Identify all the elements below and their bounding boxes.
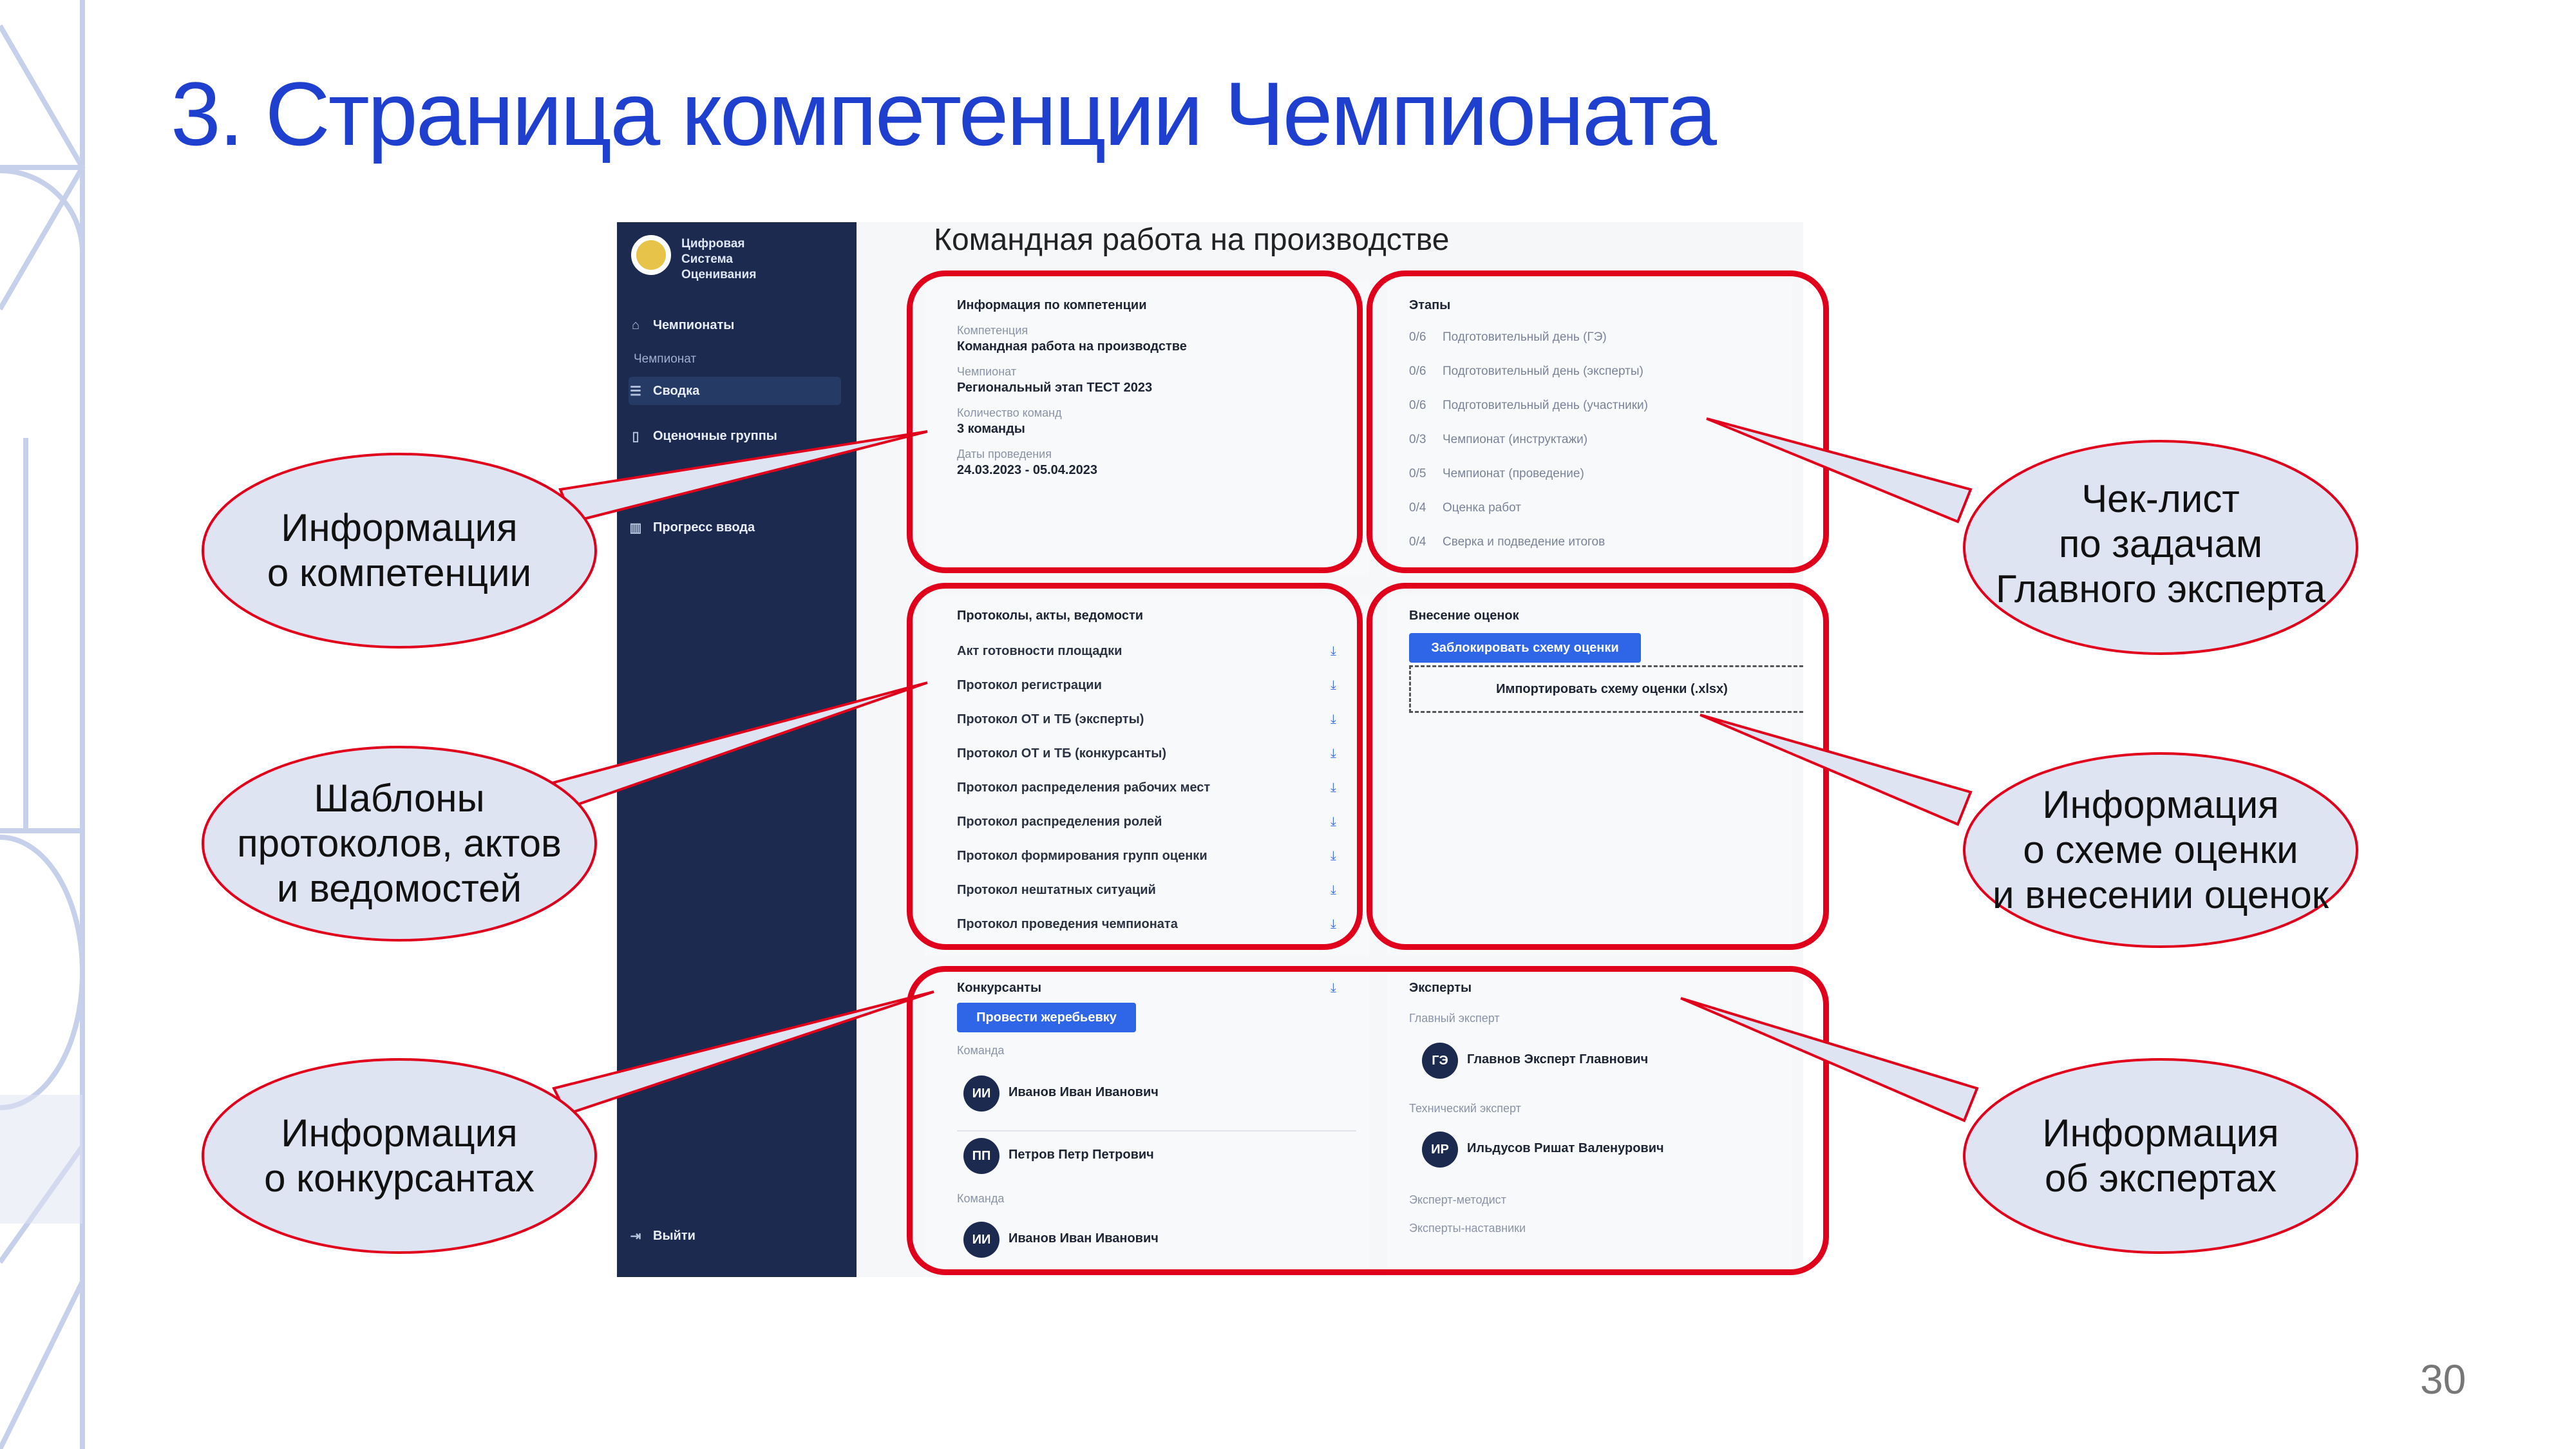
callout-templates-text: Шаблоны протоколов, актов и ведомостей xyxy=(237,777,562,910)
callout-pointer xyxy=(558,430,928,524)
callout-contestants-text: Информация о конкурсантах xyxy=(264,1112,535,1200)
callout-experts-text: Информация об экспертах xyxy=(2042,1112,2279,1200)
callout-pointer xyxy=(1706,417,1973,524)
callout-pointer xyxy=(1700,714,1973,826)
callout-checklist-text: Чек-лист по задачам Главного эксперта xyxy=(1995,477,2326,611)
callout-pointer xyxy=(552,681,928,810)
callout-pointer xyxy=(552,990,934,1116)
callout-pointer xyxy=(1680,997,1979,1122)
callout-competence-text: Информация о компетенции xyxy=(267,506,532,594)
callout-scoring-text: Информация о схеме оценки и внесении оце… xyxy=(1993,783,2329,916)
callout-layer xyxy=(202,417,2358,1254)
